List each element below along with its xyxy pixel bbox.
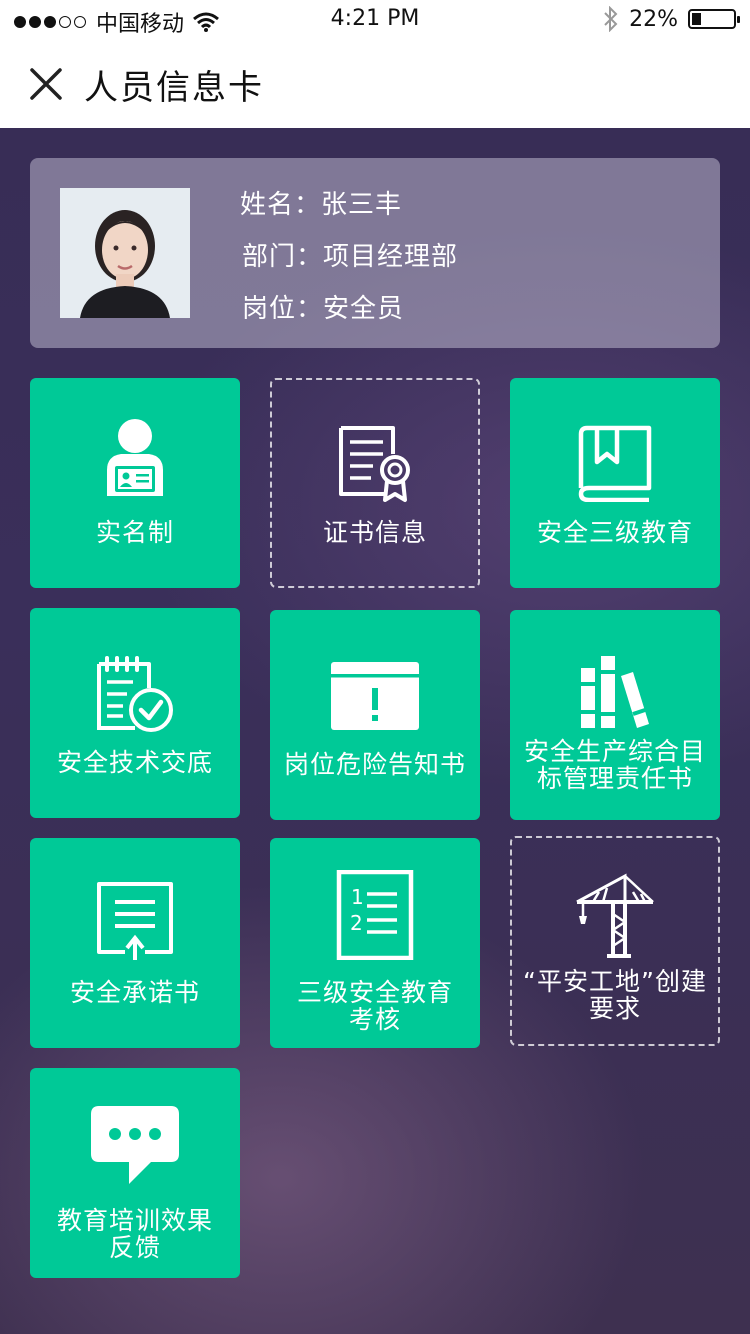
- main-content: 姓名：张三丰 部门：项目经理部 岗位：安全员 实名制 证书信息 安全三级教育 安…: [0, 128, 750, 1334]
- nav-bar: 人员信息卡: [0, 40, 750, 128]
- tile-label-line2: 标管理责任书: [536, 764, 693, 793]
- book-icon: [578, 425, 652, 502]
- tower-crane-icon: [576, 873, 654, 958]
- post-value: 安全员: [323, 294, 405, 324]
- tile-safety-tech-briefing[interactable]: 安全技术交底: [30, 608, 240, 818]
- page-title: 人员信息卡: [84, 67, 264, 108]
- tile-training-feedback[interactable]: 教育培训效果 反馈: [30, 1068, 240, 1278]
- books-icon: [581, 656, 649, 728]
- tile-three-level-education[interactable]: 安全三级教育: [510, 378, 720, 588]
- name-label: 姓名：: [240, 190, 322, 220]
- commitment-doc-icon: [97, 882, 173, 960]
- person-photo: [60, 188, 190, 318]
- chat-bubble-icon: [91, 1106, 179, 1184]
- tile-label-line1: 安全生产综合目: [523, 737, 706, 766]
- name-row: 姓名：张三丰: [240, 184, 402, 221]
- checklist-icon: [97, 656, 173, 732]
- tile-label: 证书信息: [322, 518, 427, 547]
- tile-safe-site-requirements[interactable]: “平安工地”创建 要求: [510, 836, 720, 1046]
- tile-label: 安全技术交底: [56, 748, 213, 777]
- tile-safety-commitment[interactable]: 安全承诺书: [30, 838, 240, 1048]
- tile-safety-target-responsibility[interactable]: 安全生产综合目 标管理责任书: [510, 610, 720, 820]
- battery-icon: [688, 9, 740, 29]
- tile-label-line1: 三级安全教育: [296, 978, 453, 1007]
- profile-card: 姓名：张三丰 部门：项目经理部 岗位：安全员: [30, 158, 720, 348]
- svg-text:2: 2: [350, 911, 363, 935]
- tile-label: 安全承诺书: [69, 978, 200, 1007]
- post-label: 岗位：: [242, 294, 324, 324]
- tile-label-line2: 考核: [348, 1005, 401, 1034]
- tile-label-line2: 反馈: [108, 1233, 161, 1262]
- id-badge-icon: [107, 419, 163, 496]
- tile-label-line1: “平安工地”创建: [523, 967, 707, 996]
- status-right: 22%: [603, 6, 740, 32]
- tile-label: 实名制: [95, 518, 174, 547]
- name-value: 张三丰: [321, 190, 403, 220]
- avatar: [60, 188, 190, 318]
- certificate-icon: [339, 426, 410, 502]
- dept-value: 项目经理部: [323, 242, 459, 272]
- tile-label: 安全三级教育: [536, 518, 693, 547]
- bluetooth-icon: [604, 6, 618, 32]
- battery-percent: 22%: [629, 6, 678, 32]
- dept-row: 部门：项目经理部: [242, 236, 458, 273]
- post-row: 岗位：安全员: [242, 288, 404, 325]
- tile-label-line1: 教育培训效果: [56, 1206, 213, 1235]
- svg-text:1: 1: [351, 885, 364, 909]
- numbered-list-icon: 1 2: [336, 870, 414, 960]
- dept-label: 部门：: [242, 242, 324, 272]
- tile-post-hazard-notice[interactable]: 岗位危险告知书: [270, 610, 480, 820]
- status-bar: 中国移动 4:21 PM 22%: [0, 0, 750, 40]
- close-icon: [30, 68, 62, 100]
- tile-three-level-exam[interactable]: 1 2 三级安全教育 考核: [270, 838, 480, 1048]
- tile-certificate-info[interactable]: 证书信息: [270, 378, 480, 588]
- tile-real-name[interactable]: 实名制: [30, 378, 240, 588]
- tile-label: 岗位危险告知书: [283, 750, 466, 779]
- tile-label-line2: 要求: [588, 994, 641, 1023]
- close-button[interactable]: [16, 54, 76, 114]
- warning-board-icon: [331, 662, 419, 730]
